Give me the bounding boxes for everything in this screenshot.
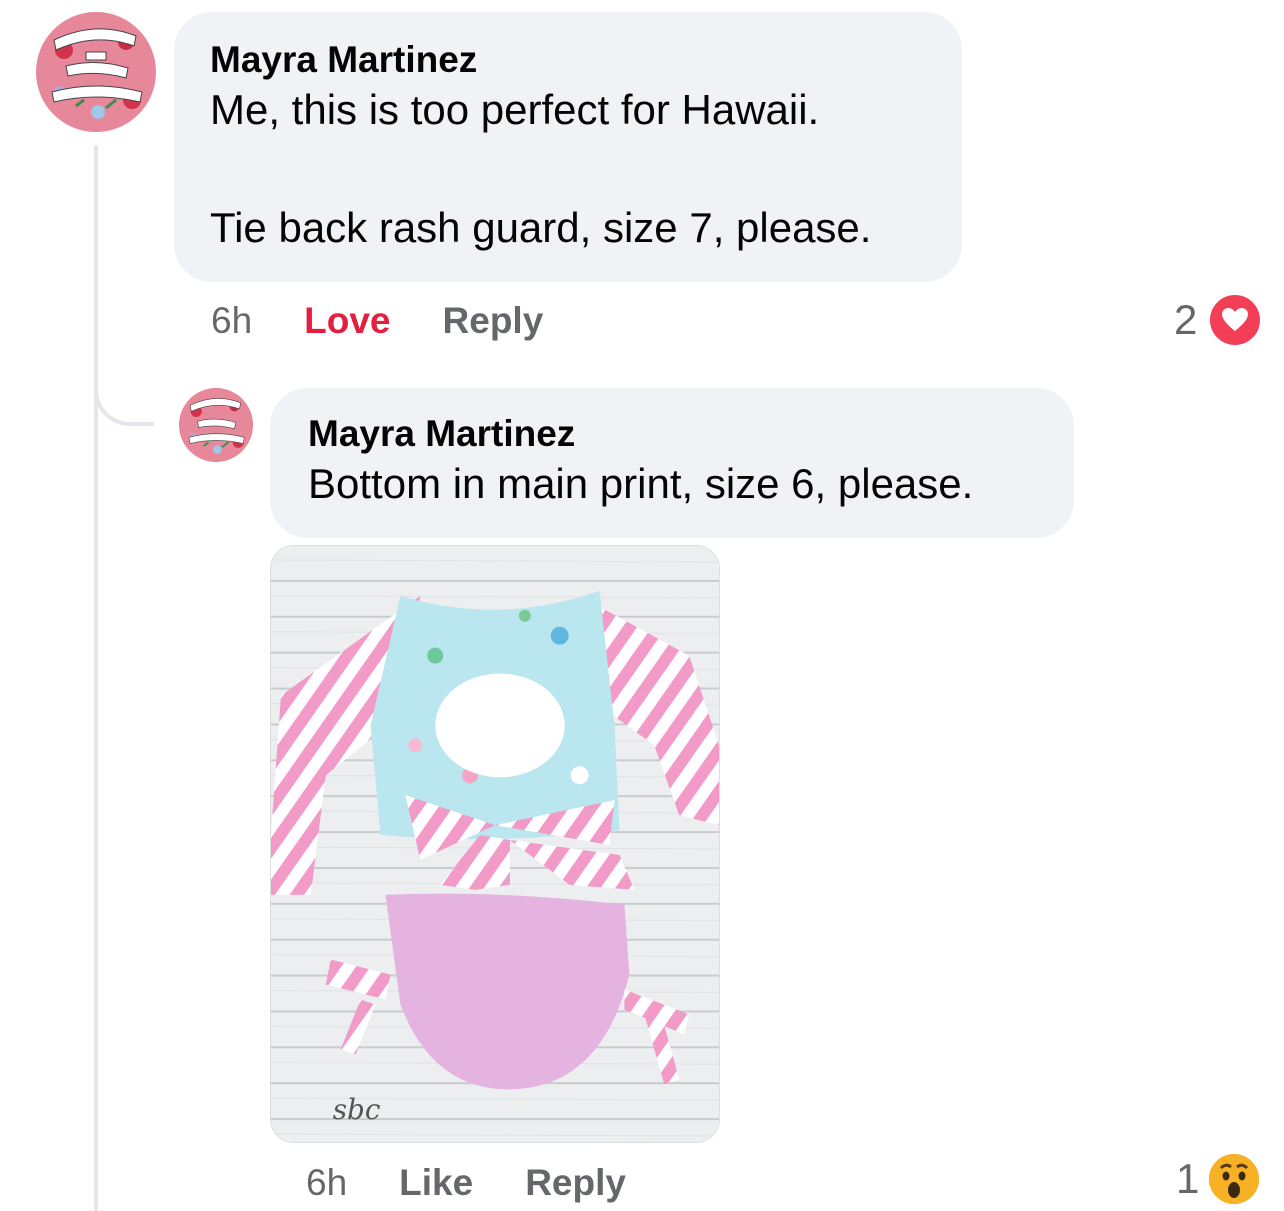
swimsuit-photo: sbc — [271, 546, 719, 1142]
comment-author[interactable]: Mayra Martinez — [210, 38, 926, 82]
thread-line — [94, 145, 98, 1211]
reaction-count: 2 — [1174, 296, 1198, 343]
love-button[interactable]: Love — [304, 300, 390, 342]
reaction-summary[interactable]: 2 — [1174, 292, 1264, 348]
avatar[interactable] — [36, 12, 156, 132]
reply-button[interactable]: Reply — [443, 300, 544, 342]
reaction-summary[interactable]: 1 — [1176, 1154, 1260, 1204]
comment-actions: 6h Love Reply — [211, 298, 595, 344]
comment-photo[interactable]: sbc — [270, 545, 720, 1143]
watermark-text: sbc — [333, 1093, 381, 1126]
comment-text-line: Bottom in main print, size 6, please. — [308, 460, 974, 507]
wow-face-icon — [1209, 1154, 1260, 1204]
comment-bubble[interactable]: Mayra Martinez Bottom in main print, siz… — [270, 388, 1074, 538]
comment-bubble[interactable]: Mayra Martinez Me, this is too perfect f… — [174, 12, 962, 282]
comment-author[interactable]: Mayra Martinez — [308, 412, 1036, 456]
avatar-image — [179, 388, 253, 462]
reply-button[interactable]: Reply — [525, 1162, 626, 1204]
reaction-count: 1 — [1176, 1155, 1200, 1202]
like-button[interactable]: Like — [399, 1162, 473, 1204]
avatar-image — [36, 12, 156, 132]
comment-text-line: Me, this is too perfect for Hawaii. — [210, 86, 820, 133]
reply-connector — [94, 350, 154, 426]
comment-timestamp[interactable]: 6h — [211, 300, 252, 342]
comment-actions: 6h Like Reply — [306, 1160, 678, 1206]
avatar[interactable] — [179, 388, 253, 462]
heart-icon — [1207, 292, 1264, 348]
comment-text-line: Tie back rash guard, size 7, please. — [210, 204, 872, 251]
comment-timestamp[interactable]: 6h — [306, 1162, 347, 1204]
